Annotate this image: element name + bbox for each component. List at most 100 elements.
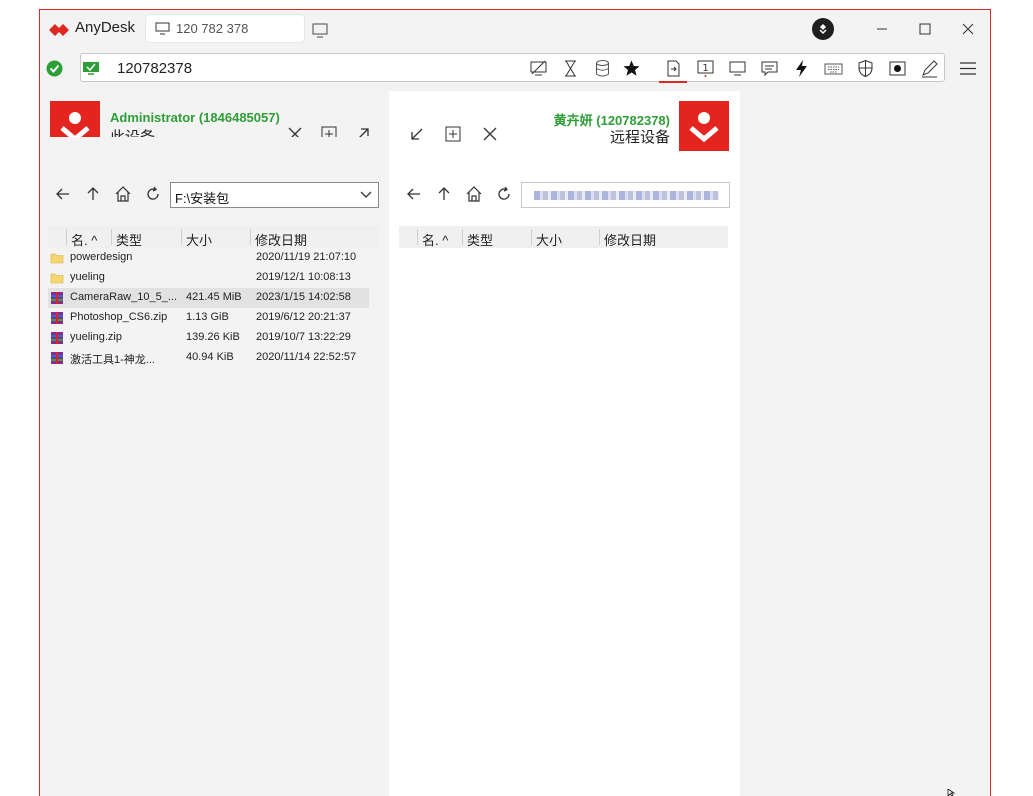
up-arrow-icon[interactable]: [435, 185, 453, 203]
maximize-icon[interactable]: [915, 19, 935, 39]
refresh-icon[interactable]: [495, 185, 513, 203]
address-value[interactable]: 120782378: [117, 60, 192, 77]
file-name: Photoshop_CS6.zip: [70, 311, 168, 323]
home-icon[interactable]: [114, 185, 132, 203]
connected-monitor-icon: [83, 62, 99, 75]
file-name: yueling.zip: [70, 331, 122, 343]
download-arrow-icon[interactable]: [408, 125, 426, 143]
local-column-header: 名. ^ 类型 大小 修改日期: [48, 226, 379, 248]
archive-icon: [51, 312, 63, 324]
session-tab[interactable]: 120 782 378: [146, 15, 304, 42]
file-row[interactable]: powerdesign 2020/11/19 21:07:10: [48, 248, 369, 268]
chevron-down-icon: [819, 24, 827, 35]
column-separator: [181, 229, 182, 245]
title-bar: AnyDesk 120 782 378: [40, 10, 990, 48]
anydesk-window: AnyDesk 120 782 378 120782378 1 Administ…: [39, 9, 991, 796]
column-separator: [462, 229, 463, 245]
refresh-icon[interactable]: [144, 185, 162, 203]
column-size[interactable]: 大小: [536, 230, 562, 249]
up-arrow-icon[interactable]: [84, 185, 102, 203]
remote-avatar-icon: [679, 101, 729, 151]
back-arrow-icon[interactable]: [54, 185, 72, 203]
chevron-down-icon[interactable]: [360, 191, 372, 199]
column-name[interactable]: 名. ^: [71, 230, 97, 249]
file-row[interactable]: yueling.zip 139.26 KiB 2019/10/7 13:22:29: [48, 328, 369, 348]
shield-icon[interactable]: [856, 59, 875, 78]
remote-path-field[interactable]: [521, 182, 730, 208]
close-icon[interactable]: [481, 125, 499, 143]
connection-ok-icon: [46, 60, 63, 77]
file-size: 1.13 GiB: [186, 311, 229, 323]
file-row[interactable]: yueling 2019/12/1 10:08:13: [48, 268, 369, 288]
column-type[interactable]: 类型: [116, 230, 142, 249]
local-path-value: F:\安装包: [175, 191, 230, 206]
file-name: CameraRaw_10_5_...: [70, 291, 178, 303]
file-row[interactable]: 激活工具1-神龙... 40.94 KiB 2020/11/14 22:52:57: [48, 348, 369, 368]
remote-device-label: 远程设备: [609, 129, 670, 146]
column-size[interactable]: 大小: [186, 230, 212, 249]
file-date: 2020/11/19 21:07:10: [256, 251, 357, 263]
folder-icon: [50, 253, 64, 264]
back-arrow-icon[interactable]: [405, 185, 423, 203]
file-name: powerdesign: [70, 251, 133, 263]
account-icon[interactable]: [812, 18, 834, 40]
new-tab-icon[interactable]: [312, 23, 329, 38]
file-date: 2023/1/15 14:02:58: [256, 291, 351, 303]
archive-icon: [51, 332, 63, 344]
app-name: AnyDesk: [75, 19, 136, 36]
file-size: 139.26 KiB: [186, 331, 240, 343]
archive-icon: [51, 352, 63, 364]
column-separator: [599, 229, 600, 245]
obscured-path: [534, 191, 719, 200]
close-window-icon[interactable]: [958, 19, 978, 39]
chat-icon[interactable]: [760, 59, 779, 78]
privacy-icon[interactable]: [529, 59, 548, 78]
minimize-icon[interactable]: [872, 19, 892, 39]
file-name: yueling: [70, 271, 105, 283]
new-folder-icon[interactable]: [444, 125, 462, 143]
remote-panel: 黄卉妍 (120782378) 远程设备 名. ^ 类型 大小 修改日期: [389, 91, 740, 796]
column-name[interactable]: 名. ^: [422, 230, 448, 249]
column-separator: [531, 229, 532, 245]
pen-icon[interactable]: [920, 59, 939, 78]
file-size: 421.45 MiB: [186, 291, 242, 303]
home-icon[interactable]: [465, 185, 483, 203]
database-icon[interactable]: [593, 59, 612, 78]
monitor-icon: [155, 22, 170, 35]
display-icon[interactable]: [728, 59, 747, 78]
anydesk-logo-icon: [49, 24, 69, 36]
column-date[interactable]: 修改日期: [255, 230, 307, 249]
column-type[interactable]: 类型: [467, 230, 493, 249]
remote-column-header: 名. ^ 类型 大小 修改日期: [399, 226, 728, 248]
file-row[interactable]: Photoshop_CS6.zip 1.13 GiB 2019/6/12 20:21…: [48, 308, 369, 328]
file-date: 2019/6/12 20:21:37: [256, 311, 351, 323]
local-path-field[interactable]: F:\安装包: [170, 182, 379, 208]
star-icon[interactable]: [622, 59, 641, 78]
record-icon[interactable]: [888, 59, 907, 78]
address-bar[interactable]: [80, 53, 945, 82]
column-separator: [66, 229, 67, 245]
column-separator: [111, 229, 112, 245]
session-tab-label: 120 782 378: [176, 21, 249, 36]
monitor-one-icon[interactable]: 1: [696, 59, 715, 78]
column-separator: [417, 229, 418, 245]
local-user-name: Administrator (1846485057): [110, 110, 280, 125]
column-date[interactable]: 修改日期: [604, 230, 656, 249]
svg-text:1: 1: [702, 63, 708, 74]
active-tool-indicator: [659, 81, 687, 83]
column-separator: [250, 229, 251, 245]
file-date: 2020/11/14 22:52:57: [256, 351, 357, 363]
file-date: 2019/10/7 13:22:29: [256, 331, 351, 343]
lightning-icon[interactable]: [792, 59, 811, 78]
hourglass-icon[interactable]: [561, 59, 580, 78]
file-transfer-icon[interactable]: [664, 59, 683, 78]
file-size: 40.94 KiB: [186, 351, 234, 363]
keyboard-icon[interactable]: [824, 59, 843, 78]
file-date: 2019/12/1 10:08:13: [256, 271, 351, 283]
archive-icon: [51, 292, 63, 304]
file-name: 激活工具1-神龙...: [70, 354, 155, 366]
file-row[interactable]: CameraRaw_10_5_... 421.45 MiB 2023/1/15 14…: [48, 288, 369, 308]
local-panel: Administrator (1846485057) 此设备 F:\安装包 名.…: [40, 91, 389, 796]
mouse-cursor-icon: [947, 789, 956, 796]
hamburger-menu-icon[interactable]: [958, 59, 978, 78]
